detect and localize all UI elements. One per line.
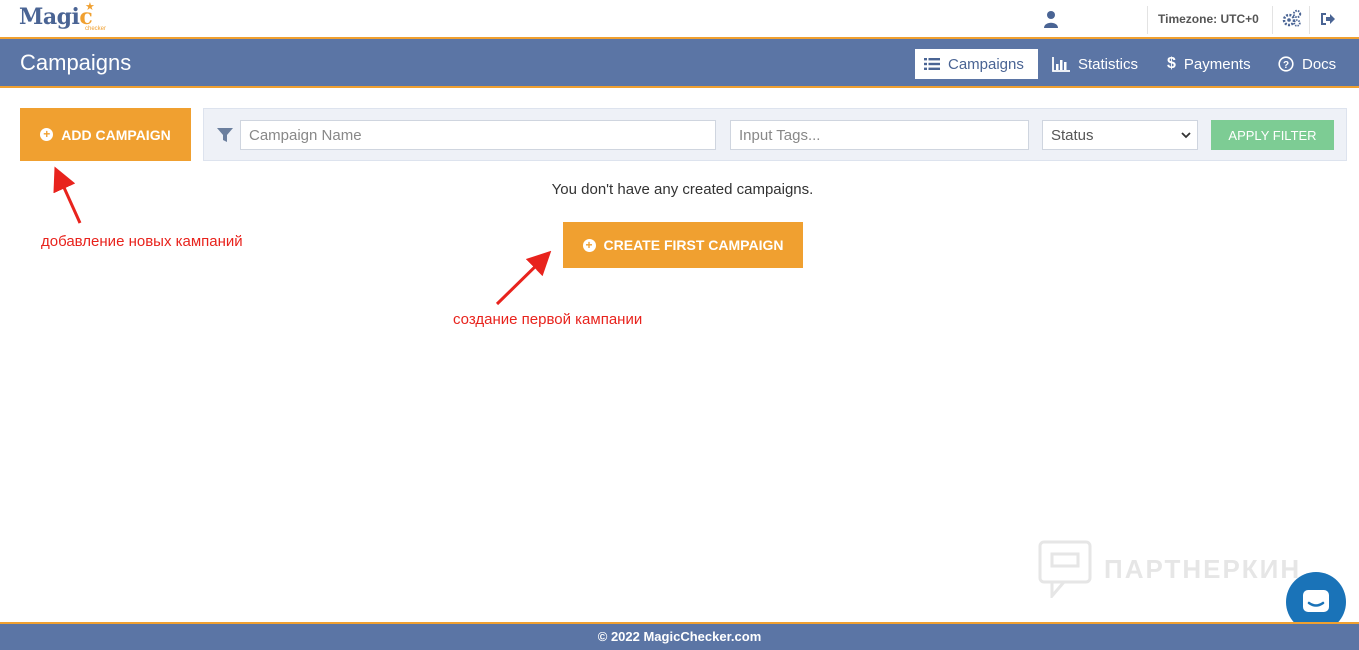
arrow-to-add [53, 166, 82, 224]
annotation-add: добавление новых кампаний [41, 233, 243, 250]
chat-icon [1303, 590, 1329, 612]
watermark: ПАРТНЕРКИН [1038, 540, 1301, 598]
footer-copyright: © 2022 MagicChecker.com [597, 629, 762, 644]
footer: © 2022 MagicChecker.com [0, 622, 1359, 650]
arrow-to-create [495, 250, 552, 306]
watermark-text: ПАРТНЕРКИН [1104, 553, 1302, 584]
watermark-logo-icon [1038, 540, 1092, 598]
annotation-create: создание первой кампании [453, 311, 643, 328]
